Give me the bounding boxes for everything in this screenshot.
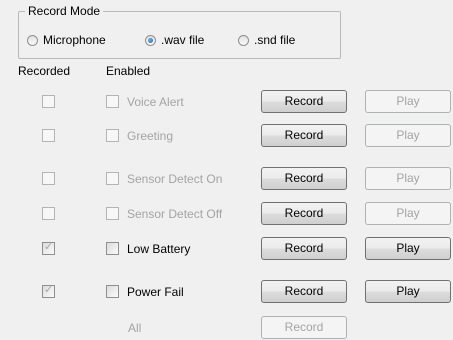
radio-circle-snd-file[interactable] (238, 34, 249, 46)
row-voice-alert: Voice Alert Record Play (0, 90, 453, 114)
wav-file-radio[interactable]: .wav file (145, 33, 204, 47)
microphone-label: Microphone (43, 33, 106, 47)
all-label: All (128, 321, 142, 335)
sound-label: Sensor Detect On (127, 172, 223, 186)
recorded-checkbox[interactable]: ✓ (42, 241, 55, 255)
recorded-checkbox[interactable] (42, 129, 55, 142)
microphone-radio[interactable]: Microphone (27, 33, 106, 47)
enabled-checkbox[interactable] (106, 129, 119, 142)
row-sensor-detect-off: Sensor Detect Off Record Play (0, 202, 453, 226)
record-mode-legend: Record Mode (25, 4, 104, 18)
play-button[interactable]: Play (365, 90, 451, 113)
recorded-checkbox[interactable] (42, 207, 55, 220)
record-button[interactable]: Record (261, 237, 347, 260)
play-button[interactable]: Play (365, 202, 451, 225)
recorded-checkbox[interactable]: ✓ (42, 284, 55, 298)
enabled-checkbox[interactable] (106, 242, 119, 255)
recorded-column-header: Recorded (18, 64, 71, 78)
sound-label: Power Fail (127, 285, 184, 299)
all-row: All Record (0, 316, 453, 340)
snd-file-label: .snd file (254, 33, 296, 47)
recorded-checkbox[interactable] (42, 95, 55, 108)
check-icon: ✓ (44, 284, 54, 296)
row-sensor-detect-on: Sensor Detect On Record Play (0, 167, 453, 191)
record-all-button[interactable]: Record (261, 316, 347, 339)
play-button[interactable]: Play (365, 167, 451, 190)
record-button[interactable]: Record (261, 280, 347, 303)
record-button[interactable]: Record (261, 167, 347, 190)
sound-label: Greeting (127, 129, 174, 143)
sound-label: Voice Alert (127, 95, 184, 109)
sound-label: Sensor Detect Off (127, 207, 223, 221)
play-button[interactable]: Play (365, 124, 451, 147)
recorded-checkbox[interactable] (42, 172, 55, 185)
sound-label: Low Battery (127, 242, 191, 256)
row-low-battery: ✓ Low Battery Record Play (0, 237, 453, 261)
enabled-checkbox[interactable] (106, 207, 119, 220)
play-button[interactable]: Play (365, 237, 451, 260)
snd-file-radio[interactable]: .snd file (238, 33, 295, 47)
check-icon: ✓ (44, 241, 54, 253)
row-greeting: Greeting Record Play (0, 124, 453, 148)
radio-circle-wav-file[interactable] (145, 34, 156, 46)
play-button[interactable]: Play (365, 280, 451, 303)
enabled-checkbox[interactable] (106, 285, 119, 298)
wav-file-label: .wav file (161, 33, 205, 47)
enabled-checkbox[interactable] (106, 172, 119, 185)
row-power-fail: ✓ Power Fail Record Play (0, 280, 453, 304)
record-button[interactable]: Record (261, 202, 347, 225)
enabled-checkbox[interactable] (106, 95, 119, 108)
record-button[interactable]: Record (261, 90, 347, 113)
radio-circle-microphone[interactable] (27, 34, 38, 46)
enabled-column-header: Enabled (106, 64, 151, 78)
record-button[interactable]: Record (261, 124, 347, 147)
record-mode-group: Record Mode Microphone .wav file .snd fi… (18, 4, 341, 59)
